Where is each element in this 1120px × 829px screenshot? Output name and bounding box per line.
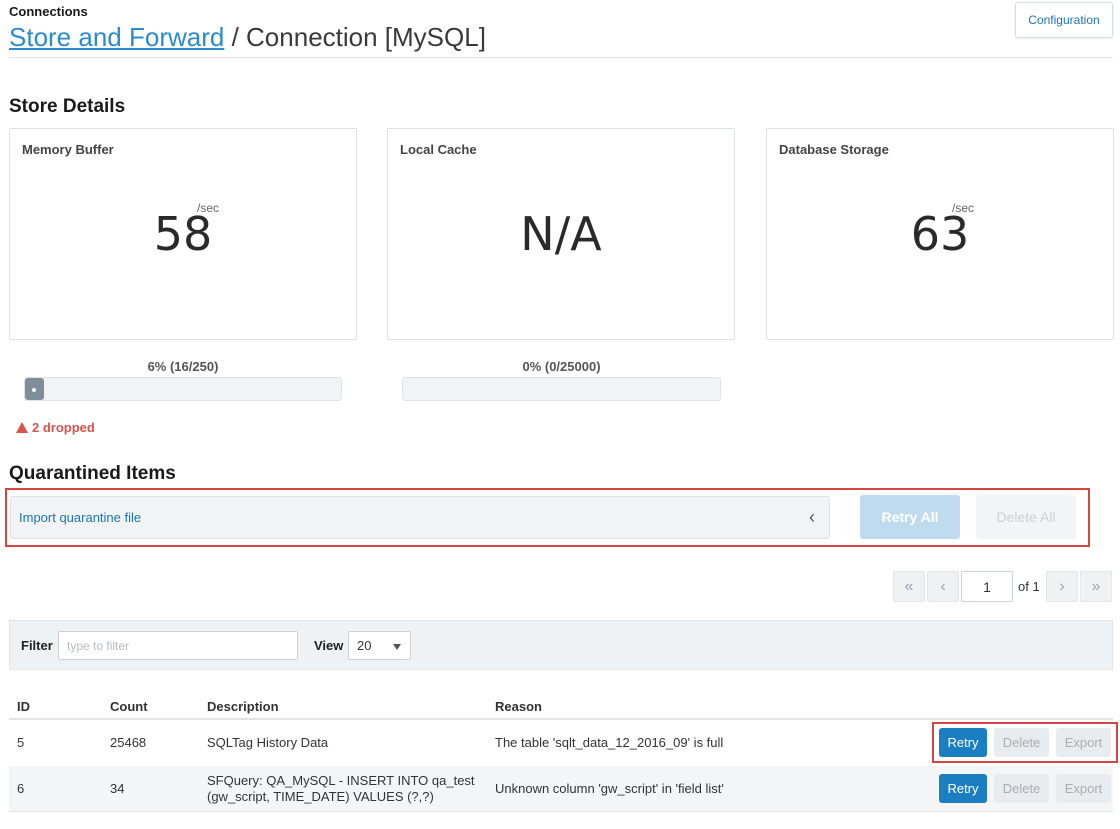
retry-all-button[interactable]: Retry All bbox=[860, 495, 960, 539]
delete-all-button[interactable]: Delete All bbox=[976, 495, 1076, 539]
retry-button[interactable]: Retry bbox=[939, 774, 987, 803]
card-database-storage: Database Storage 63 /sec bbox=[766, 128, 1114, 340]
table-row: 6 34 SFQuery: QA_MySQL - INSERT INTO qa_… bbox=[9, 766, 1113, 812]
column-header-description[interactable]: Description bbox=[207, 699, 279, 714]
import-quarantine-link[interactable]: Import quarantine file bbox=[19, 510, 141, 525]
breadcrumb: Store and Forward / Connection [MySQL] bbox=[9, 22, 486, 53]
card-title: Database Storage bbox=[779, 142, 889, 157]
prev-page-button[interactable]: ‹ bbox=[927, 571, 959, 602]
card-value: 63 bbox=[910, 207, 970, 261]
view-count-value: 20 bbox=[357, 638, 372, 653]
page-count: of 1 bbox=[1018, 579, 1040, 594]
warning-icon bbox=[16, 422, 28, 433]
cell-description: SQLTag History Data bbox=[207, 735, 329, 750]
cell-id: 6 bbox=[17, 781, 25, 796]
card-title: Local Cache bbox=[400, 142, 477, 157]
last-page-button[interactable]: » bbox=[1080, 571, 1112, 602]
cell-count: 34 bbox=[110, 781, 125, 796]
cell-reason: Unknown column 'gw_script' in 'field lis… bbox=[495, 781, 724, 796]
breadcrumb-current: Connection [MySQL] bbox=[246, 22, 486, 52]
breadcrumb-separator: / bbox=[231, 22, 239, 52]
local-cache-usage-label: 0% (0/25000) bbox=[522, 359, 601, 374]
cell-description-line: SFQuery: QA_MySQL - INSERT INTO qa_test bbox=[207, 773, 475, 788]
import-quarantine-panel[interactable]: Import quarantine file ‹ bbox=[10, 496, 830, 539]
chevron-left-icon[interactable]: ‹ bbox=[809, 507, 815, 528]
filter-input[interactable] bbox=[58, 631, 298, 660]
card-unit: /sec bbox=[952, 201, 975, 215]
quarantined-items-heading: Quarantined Items bbox=[9, 463, 176, 484]
memory-buffer-usage-label: 6% (16/250) bbox=[147, 359, 219, 374]
first-page-button[interactable]: « bbox=[893, 571, 925, 602]
card-local-cache: Local Cache N/A bbox=[387, 128, 735, 340]
card-value: 58 bbox=[153, 207, 213, 261]
column-header-count[interactable]: Count bbox=[110, 699, 148, 714]
breadcrumb-link-store-and-forward[interactable]: Store and Forward bbox=[9, 22, 224, 52]
view-count-select[interactable]: 20 bbox=[348, 631, 411, 660]
page-number-input[interactable] bbox=[961, 571, 1013, 602]
card-value: N/A bbox=[520, 207, 602, 261]
memory-buffer-progress bbox=[24, 377, 342, 401]
header-divider bbox=[9, 57, 1113, 58]
progress-fill bbox=[25, 378, 44, 400]
card-title: Memory Buffer bbox=[22, 142, 114, 157]
filter-bar: Filter View 20 bbox=[9, 620, 1113, 670]
cell-id: 5 bbox=[17, 735, 25, 750]
export-button[interactable]: Export bbox=[1056, 774, 1111, 803]
cell-description-line: (gw_script, TIME_DATE) VALUES (?,?) bbox=[207, 789, 434, 804]
configuration-button[interactable]: Configuration bbox=[1015, 2, 1113, 38]
row-actions-highlight-frame bbox=[932, 722, 1118, 763]
view-label: View bbox=[314, 638, 344, 653]
next-page-button[interactable]: › bbox=[1046, 571, 1078, 602]
card-memory-buffer: Memory Buffer 58 /sec bbox=[9, 128, 357, 340]
column-header-reason[interactable]: Reason bbox=[495, 699, 542, 714]
section-label: Connections bbox=[9, 4, 88, 19]
dropped-warning: 2 dropped bbox=[16, 420, 95, 435]
card-unit: /sec bbox=[197, 201, 220, 215]
store-details-heading: Store Details bbox=[9, 96, 126, 117]
column-header-id[interactable]: ID bbox=[17, 699, 30, 714]
cell-description: SFQuery: QA_MySQL - INSERT INTO qa_test … bbox=[207, 773, 475, 805]
delete-button[interactable]: Delete bbox=[994, 774, 1049, 803]
cell-reason: The table 'sqlt_data_12_2016_09' is full bbox=[495, 735, 724, 750]
local-cache-progress bbox=[402, 377, 721, 401]
dropped-text: 2 dropped bbox=[32, 420, 95, 435]
cell-count: 25468 bbox=[110, 735, 147, 750]
filter-label: Filter bbox=[21, 638, 53, 653]
caret-down-icon bbox=[393, 644, 401, 650]
